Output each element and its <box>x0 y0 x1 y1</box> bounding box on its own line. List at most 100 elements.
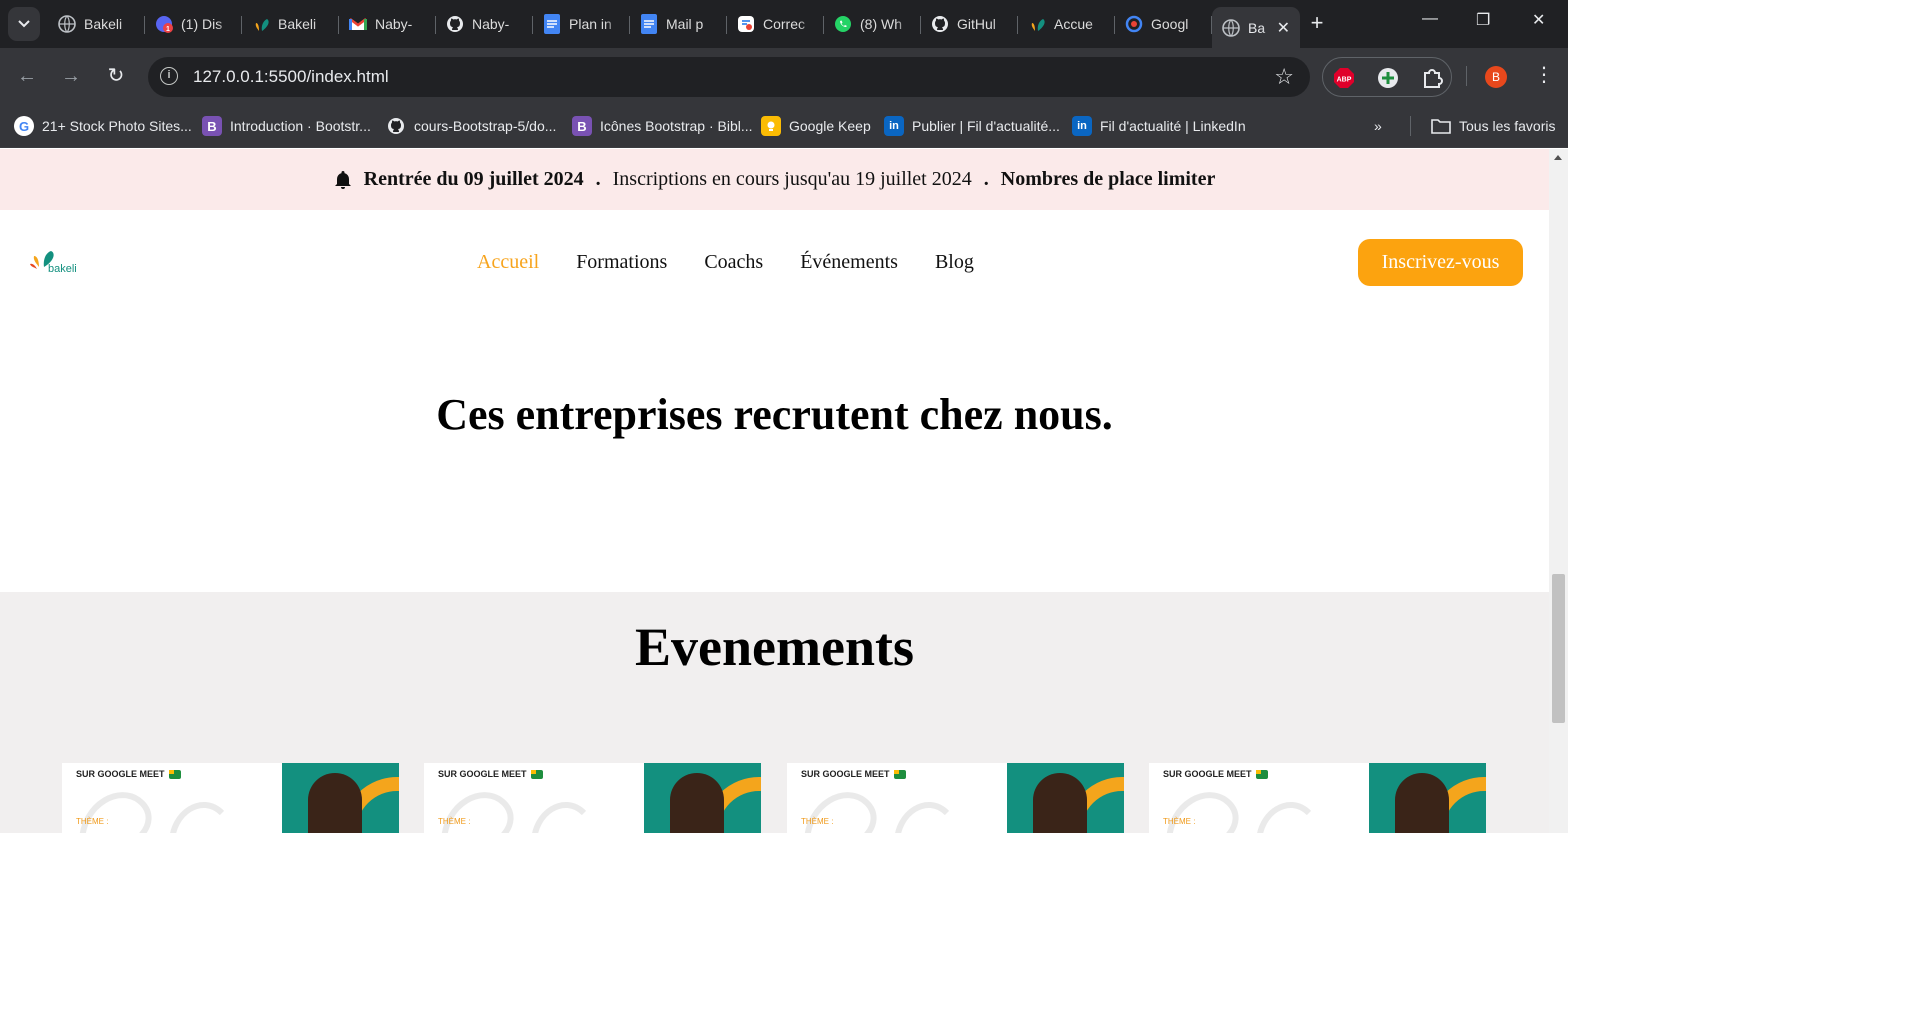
profile-avatar[interactable]: B <box>1485 66 1507 88</box>
back-button[interactable]: ← <box>15 64 39 88</box>
google-meet-icon <box>1255 769 1268 779</box>
tab-search-button[interactable] <box>8 7 40 41</box>
scrollbar-thumb[interactable] <box>1552 574 1565 723</box>
scroll-up-arrow-icon[interactable] <box>1554 155 1562 160</box>
tab[interactable]: 1 (1) Dis <box>145 7 242 41</box>
tab-active[interactable]: Ba ✕ <box>1212 7 1300 48</box>
tab[interactable]: Correc <box>727 7 824 41</box>
tab-title: Bakeli <box>278 16 317 32</box>
docs-icon <box>543 14 561 34</box>
speaker-photo <box>644 763 761 833</box>
bookmarks-bar: G 21+ Stock Photo Sites... B Introduction ·… <box>0 104 1568 148</box>
adblock-icon[interactable]: ABP <box>1333 67 1355 89</box>
globe-icon <box>1222 18 1240 37</box>
url-text[interactable]: 127.0.0.1:5500/index.html <box>193 67 389 87</box>
bookmark-item[interactable]: G 21+ Stock Photo Sites... <box>14 113 192 139</box>
bookmark-star-icon[interactable]: ☆ <box>1274 64 1294 90</box>
google-meet-icon <box>168 769 181 779</box>
more-menu-icon[interactable]: ⋮ <box>1534 62 1554 87</box>
bookmark-label: 21+ Stock Photo Sites... <box>42 118 192 134</box>
google-meet-icon <box>530 769 543 779</box>
theme-label: THÈME : <box>76 817 109 826</box>
bookmark-item[interactable]: Google Keep <box>761 113 871 139</box>
google-meet-label: SUR GOOGLE MEET <box>801 769 906 779</box>
speaker-photo <box>1007 763 1124 833</box>
minimize-button[interactable]: — <box>1422 10 1438 28</box>
event-card[interactable]: SUR GOOGLE MEET THÈME : <box>424 763 761 833</box>
add-extension-icon[interactable] <box>1377 67 1399 89</box>
tab[interactable]: GitHul <box>921 7 1018 41</box>
bookmark-label: cours-Bootstrap-5/do... <box>414 118 557 134</box>
discord-icon: 1 <box>155 15 173 33</box>
events-heading: Evenements <box>635 617 914 677</box>
page-scrollbar[interactable] <box>1549 149 1568 833</box>
bell-icon <box>334 170 351 189</box>
toolbar-divider <box>1466 66 1467 86</box>
site-info-icon[interactable]: i <box>160 67 178 85</box>
toolbar: ← → ↻ i 127.0.0.1:5500/index.html ☆ ABP … <box>0 48 1568 104</box>
forward-button[interactable]: → <box>59 64 83 88</box>
event-card[interactable]: SUR GOOGLE MEET THÈME : <box>1149 763 1486 833</box>
tab[interactable]: Googl <box>1115 7 1212 41</box>
all-bookmarks-button[interactable]: Tous les favoris <box>1431 113 1555 139</box>
address-bar[interactable]: i 127.0.0.1:5500/index.html ☆ <box>148 57 1310 97</box>
tab-title: Accue <box>1054 16 1093 32</box>
bookmarks-overflow-icon[interactable]: » <box>1374 113 1382 139</box>
tab[interactable]: Naby- <box>436 7 533 41</box>
restore-button[interactable]: ❐ <box>1476 10 1490 30</box>
close-tab-icon[interactable]: ✕ <box>1277 18 1290 38</box>
tab-title: Bakeli <box>84 16 123 32</box>
announce-start-date: Rentrée du 09 juillet 2024 <box>363 168 584 190</box>
tab-title: Naby- <box>375 16 413 32</box>
bookmark-label: Publier | Fil d'actualité... <box>912 118 1060 134</box>
announce-places: Nombres de place limiter <box>1000 168 1216 190</box>
event-card[interactable]: SUR GOOGLE MEET THÈME : <box>787 763 1124 833</box>
register-button[interactable]: Inscrivez-vous <box>1358 239 1523 286</box>
bootstrap-icon: B <box>572 116 592 136</box>
bookmark-item[interactable]: B Introduction · Bootstr... <box>202 113 371 139</box>
nav-item-formations[interactable]: Formations <box>576 251 667 274</box>
event-card[interactable]: SUR GOOGLE MEET THÈME : <box>62 763 399 833</box>
tab[interactable]: (8) Wh <box>824 7 921 41</box>
svg-text:ABP: ABP <box>1337 77 1352 84</box>
reload-button[interactable]: ↻ <box>104 64 128 88</box>
nav-item-evenements[interactable]: Événements <box>800 251 898 274</box>
bookmarks-divider <box>1410 116 1411 136</box>
bookmark-item[interactable]: cours-Bootstrap-5/do... <box>386 113 556 139</box>
docs-icon <box>640 14 658 34</box>
google-lens-icon <box>1125 15 1143 33</box>
tab[interactable]: Naby- <box>339 7 436 41</box>
speaker-photo <box>1369 763 1486 833</box>
tab-title: Googl <box>1151 16 1189 32</box>
tab[interactable]: Accue <box>1018 7 1115 41</box>
bookmark-item[interactable]: in Fil d'actualité | LinkedIn <box>1072 113 1246 139</box>
nav-item-coachs[interactable]: Coachs <box>704 251 763 274</box>
close-window-button[interactable]: ✕ <box>1532 10 1545 30</box>
bookmark-item[interactable]: in Publier | Fil d'actualité... <box>884 113 1060 139</box>
nav-item-accueil[interactable]: Accueil <box>477 251 539 274</box>
translate-icon <box>737 15 755 33</box>
bookmark-item[interactable]: B Icônes Bootstrap · Bibl... <box>572 113 753 139</box>
tab-title: (1) Dis <box>181 16 223 32</box>
tab-title: GitHul <box>957 16 996 32</box>
puzzle-icon[interactable] <box>1421 67 1443 89</box>
new-tab-button[interactable]: + <box>1305 12 1329 36</box>
tab-title: Plan in <box>569 16 612 32</box>
tab[interactable]: Bakeli <box>242 7 339 41</box>
github-icon <box>931 15 949 33</box>
tab[interactable]: Plan in <box>533 7 630 41</box>
bakeli-logo[interactable]: bakeli <box>30 245 86 281</box>
google-meet-label: SUR GOOGLE MEET <box>438 769 543 779</box>
chevron-down-icon <box>18 20 30 28</box>
tab-title: (8) Wh <box>860 16 902 32</box>
events-section: Evenements SUR GOOGLE MEET THÈME : SUR GOO… <box>0 592 1549 833</box>
nav-item-blog[interactable]: Blog <box>935 251 974 274</box>
tab[interactable]: Mail p <box>630 7 727 41</box>
meet-text: SUR GOOGLE MEET <box>76 769 165 779</box>
site-navbar: bakeli Accueil Formations Coachs Événeme… <box>0 210 1549 315</box>
theme-label: THÈME : <box>438 817 471 826</box>
extensions-group: ABP <box>1322 57 1452 97</box>
tab-title: Mail p <box>666 16 704 32</box>
tab[interactable]: Bakeli <box>48 7 145 41</box>
bakeli-icon <box>252 15 270 33</box>
